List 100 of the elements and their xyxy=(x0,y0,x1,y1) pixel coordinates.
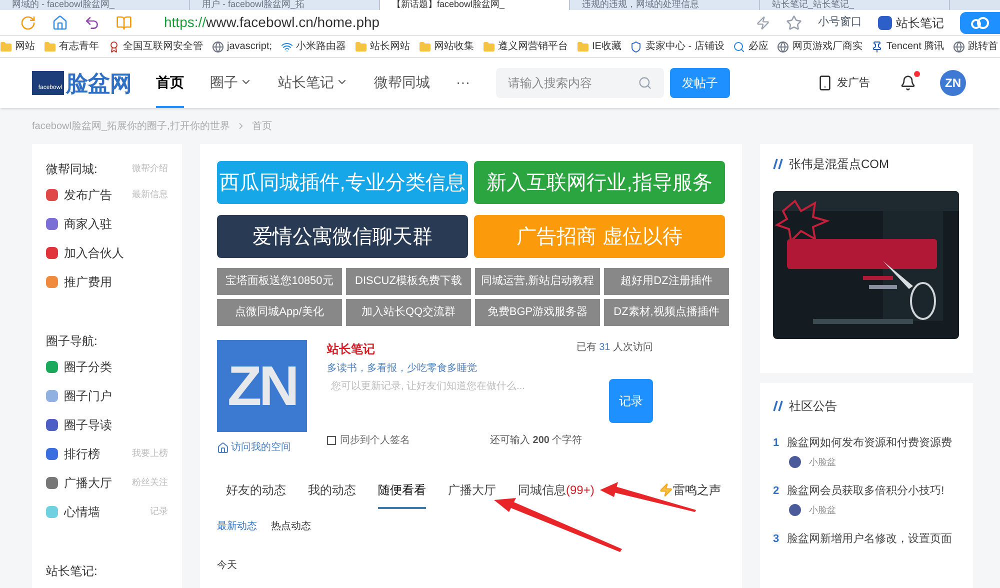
folder-icon xyxy=(44,40,56,52)
bookmark[interactable]: 网站收集 xyxy=(419,39,474,54)
wifi-icon xyxy=(281,40,294,52)
pin-icon xyxy=(871,40,884,52)
link-button[interactable]: DZ素材,视频点播插件 xyxy=(604,299,729,326)
profile-motto: 多读书，多看报，少吃零食多睡觉 xyxy=(327,362,478,376)
author-name[interactable]: 小脸盆 xyxy=(809,504,836,517)
reload-icon[interactable] xyxy=(20,14,36,30)
thunder-tab[interactable]: 雷鸣之声 xyxy=(659,481,721,509)
badge-icon xyxy=(108,40,120,52)
sync-label[interactable]: 同步到个人签名 xyxy=(340,433,410,448)
sidebar-item[interactable]: 推广费用 xyxy=(46,272,112,290)
sidebar-item[interactable]: 圈子分类 xyxy=(46,358,112,376)
feed-tab[interactable]: 好友的动态 xyxy=(226,481,286,509)
folder-icon xyxy=(577,40,590,52)
card-title: 张伟是混蛋点COM xyxy=(789,156,889,173)
bookmark[interactable]: 必应 xyxy=(733,39,768,54)
reader-icon[interactable] xyxy=(116,14,132,30)
globe-icon xyxy=(777,40,790,52)
search-icon[interactable] xyxy=(638,76,652,90)
visit-count: 已有 31 人次访问 xyxy=(576,340,653,355)
search-icon xyxy=(733,40,746,52)
bookmark[interactable]: 跳转首 xyxy=(953,39,998,54)
link-button[interactable]: 同城运营,新站启动教程 xyxy=(475,268,600,295)
sub-tab[interactable]: 最新动态 xyxy=(217,519,257,534)
small-window-button[interactable]: 小号窗口 xyxy=(818,14,862,31)
notice-number: 2 xyxy=(773,484,780,499)
bookmark[interactable]: 小米路由器 xyxy=(281,39,346,54)
phone-icon xyxy=(817,75,833,91)
nav-item[interactable]: 站长笔记 xyxy=(278,58,348,108)
sync-checkbox[interactable] xyxy=(327,436,336,445)
sidebar-item[interactable]: 圈子门户 xyxy=(46,386,112,404)
visit-space-link[interactable]: 访问我的空间 xyxy=(217,440,307,455)
link-button[interactable]: 免费BGP游戏服务器 xyxy=(475,299,600,326)
folder-icon xyxy=(419,40,432,52)
sidebar-item[interactable]: 排行榜 xyxy=(46,444,100,462)
sidebar-item[interactable]: 商家入驻 xyxy=(46,214,112,232)
bookmark[interactable]: 遵义网营销平台 xyxy=(483,39,568,54)
globe-icon xyxy=(212,40,224,52)
link-button[interactable]: 宝塔面板送您10850元 xyxy=(217,268,342,295)
sidebar-item[interactable]: 加入合伙人 xyxy=(46,244,124,262)
link-button[interactable]: DISCUZ模板免费下载 xyxy=(346,268,471,295)
bell-icon[interactable] xyxy=(900,75,916,91)
bookmark[interactable]: 有志青年 xyxy=(44,39,99,54)
shield-icon xyxy=(630,40,642,52)
banner-ad[interactable]: 爱情公寓微信聊天群 xyxy=(217,215,468,258)
sidebar-item[interactable]: 发布广告 xyxy=(46,186,112,204)
author-avatar xyxy=(789,504,801,516)
bookmark[interactable]: 网页游戏厂商实 xyxy=(777,39,862,54)
section-title: 微帮同城: xyxy=(46,161,98,178)
feed-tab[interactable]: 广播大厅 xyxy=(448,481,496,509)
bookmark[interactable]: 全国互联网安全管 xyxy=(108,39,203,54)
notice-link[interactable]: 脸盆网新增用户名修改，设置页面 xyxy=(787,531,952,548)
notice-number: 1 xyxy=(773,436,780,451)
profile-button[interactable]: 站长笔记 xyxy=(878,14,944,32)
sidebar-item[interactable]: 心情墙 xyxy=(46,502,100,520)
bookmark[interactable]: 卖家中心 - 店铺设 xyxy=(630,39,724,54)
author-name[interactable]: 小脸盆 xyxy=(809,456,836,469)
site-logo[interactable]: 脸盆网 xyxy=(66,66,132,100)
nav-item[interactable]: 首页 xyxy=(156,58,184,108)
title-mark-icon xyxy=(773,400,783,412)
link-button[interactable]: 加入站长QQ交流群 xyxy=(346,299,471,326)
post-ad-link[interactable]: 发广告 xyxy=(817,74,870,92)
address-field[interactable]: https://www.facebowl.cn/home.php xyxy=(164,12,740,33)
profile-avatar[interactable]: ZN xyxy=(217,340,307,432)
globe-icon xyxy=(953,40,966,52)
search-field[interactable]: 请输入搜索内容 xyxy=(496,68,664,98)
lightning-icon xyxy=(659,483,673,497)
nav-item[interactable]: ··· xyxy=(456,58,470,108)
feed-tab[interactable]: 随便看看 xyxy=(378,481,426,509)
folder-icon xyxy=(483,40,496,52)
status-field[interactable]: 您可以更新记录, 让好友们知道您在做什么... xyxy=(327,379,601,427)
sidebar-item[interactable]: 圈子导读 xyxy=(46,416,112,434)
section-title: 站长笔记: xyxy=(46,563,98,580)
cloud-icon[interactable] xyxy=(960,12,1000,34)
day-label: 今天 xyxy=(217,559,238,573)
link-button[interactable]: 点微同城App/美化 xyxy=(217,299,342,326)
remaining-count: 还可输入 200 个字符 xyxy=(490,434,582,448)
link-button[interactable]: 超好用DZ注册插件 xyxy=(604,268,729,295)
lightning-icon[interactable] xyxy=(756,16,770,30)
bookmark[interactable]: 网站 xyxy=(0,39,35,54)
notice-number: 3 xyxy=(773,532,780,547)
feed-tab[interactable]: 同城信息(99+) xyxy=(518,481,594,509)
notice-link[interactable]: 脸盆网如何发布资源和付费资源费 xyxy=(787,435,952,452)
nav-item[interactable]: 圈子 xyxy=(210,58,252,108)
user-avatar[interactable]: ZN xyxy=(940,70,966,96)
sub-tab[interactable]: 热点动态 xyxy=(271,519,311,534)
nav-item[interactable]: 微帮同城 xyxy=(374,58,430,108)
home-icon[interactable] xyxy=(52,14,68,30)
bookmark[interactable]: 站长网站 xyxy=(355,39,410,54)
folder-icon xyxy=(355,40,368,52)
bookmark[interactable]: javascript; xyxy=(212,39,272,54)
feed-tab[interactable]: 我的动态 xyxy=(308,481,356,509)
sidebar-item[interactable]: 广播大厅 xyxy=(46,474,112,492)
profile-name[interactable]: 站长笔记 xyxy=(327,340,375,358)
undo-icon[interactable] xyxy=(84,14,100,30)
notice-link[interactable]: 脸盆网会员获取多倍积分小技巧! xyxy=(787,483,944,500)
star-icon[interactable] xyxy=(786,14,802,30)
bookmark[interactable]: IE收藏 xyxy=(577,39,622,54)
bookmark[interactable]: Tencent 腾讯 xyxy=(871,39,944,54)
